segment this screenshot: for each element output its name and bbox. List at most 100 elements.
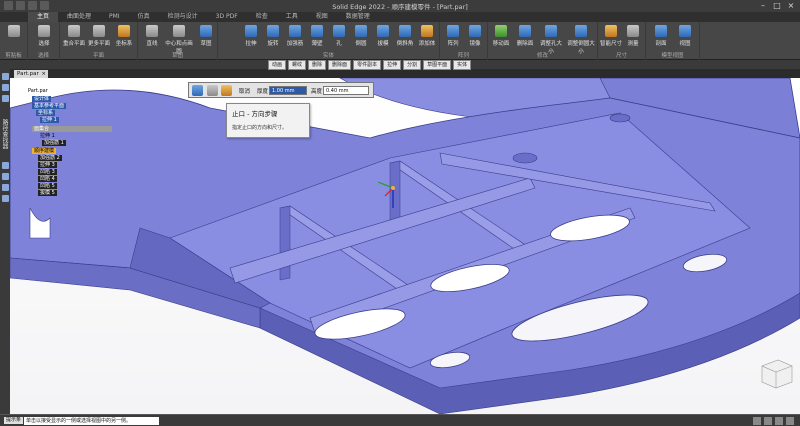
group-dimension: 智能尺寸 测量 尺寸 <box>598 22 646 60</box>
height-input[interactable]: 0.40 mm <box>323 86 369 95</box>
circle-icon <box>173 25 185 37</box>
document-tab[interactable]: Part.par × <box>14 70 48 78</box>
pathfinder-icon[interactable] <box>1 73 9 80</box>
tree-item[interactable]: 基本参考平面 <box>32 103 67 109</box>
mirror-button[interactable]: 镜像 <box>464 25 486 47</box>
coord-sys-button[interactable]: 坐标系 <box>113 25 135 47</box>
group-clipboard: 剪贴板 <box>0 22 28 60</box>
measure-button[interactable]: 测量 <box>622 25 644 47</box>
move-face-button[interactable]: 移动面 <box>490 25 512 47</box>
tree-item[interactable]: 设计体 <box>32 96 52 102</box>
tree-item[interactable]: 拉伸 1 <box>40 117 59 123</box>
sketch-button[interactable]: 草图 <box>195 25 217 47</box>
tree-item[interactable]: 拔模 5 <box>38 190 57 196</box>
measure-icon <box>627 25 639 37</box>
tree-item[interactable]: 顺序建模 <box>32 148 57 154</box>
pan-icon[interactable] <box>764 417 772 425</box>
tab-view[interactable]: 视图 <box>307 12 337 22</box>
doc-tool-4[interactable]: 删除面 <box>328 60 352 70</box>
revolve-button[interactable]: 旋转 <box>262 25 284 47</box>
draft-button[interactable]: 拔模 <box>372 25 394 47</box>
height-label: 高度 <box>311 89 323 95</box>
tab-home[interactable]: 主页 <box>28 12 59 22</box>
view-cube-icon[interactable] <box>761 359 793 389</box>
tab-tools[interactable]: 工具 <box>277 12 307 22</box>
close-tab-icon[interactable]: × <box>41 70 46 78</box>
doc-tool-2[interactable]: 螺纹 <box>288 60 307 70</box>
close-button[interactable]: × <box>784 0 798 11</box>
doc-tool-6[interactable]: 拉伸 <box>383 60 402 70</box>
dimension-icon <box>605 25 617 37</box>
tab-inspection[interactable]: 检测与设计 <box>159 12 207 22</box>
section-button[interactable]: 剖面 <box>650 25 672 47</box>
tab-3dpdf[interactable]: 3D PDF <box>207 12 247 22</box>
tree-item[interactable]: 坐标系 <box>36 110 56 116</box>
smart-dim-button[interactable]: 智能尺寸 <box>600 25 622 47</box>
round-button[interactable]: 倒圆 <box>350 25 372 47</box>
view-button[interactable]: 视图 <box>674 25 696 47</box>
tree-item[interactable]: 拉伸 1 <box>38 133 57 139</box>
tab-surfacing[interactable]: 曲面处理 <box>58 12 100 22</box>
tooltip-title: 止口 - 方向步骤 <box>232 110 278 118</box>
tree-item[interactable]: 凹陷 3 <box>38 169 57 175</box>
sensor-icon[interactable] <box>1 184 9 191</box>
line-icon <box>146 25 158 37</box>
feature-icon[interactable] <box>1 162 9 169</box>
rotate-icon[interactable] <box>775 417 783 425</box>
tree-item[interactable]: 面集合 <box>32 126 112 132</box>
doc-tool-8[interactable]: 草图平面 <box>423 60 452 70</box>
zoom-icon[interactable] <box>753 417 761 425</box>
tree-item[interactable]: 加强筋 2 <box>38 155 62 161</box>
tree-item[interactable]: 拉伸 3 <box>38 162 57 168</box>
step-icon[interactable] <box>192 85 203 96</box>
tab-inspect[interactable]: 检查 <box>247 12 277 22</box>
prompt-bar-label[interactable]: 提示条 <box>4 417 24 424</box>
doc-tool-5[interactable]: 零件副本 <box>353 60 382 70</box>
relation-icon[interactable] <box>1 173 9 180</box>
select-button[interactable]: 选择 <box>33 25 55 47</box>
thin-wall-button[interactable]: 薄壁 <box>306 25 328 47</box>
pattern-button[interactable]: 阵列 <box>442 25 464 47</box>
title-bar: Solid Edge 2022 - 顺序建模零件 - [Part.par] – … <box>0 0 800 12</box>
resize-hole-icon <box>545 25 557 37</box>
tab-simulation[interactable]: 仿真 <box>129 12 159 22</box>
tree-item[interactable]: 凹陷 4 <box>38 176 57 182</box>
tree-item[interactable]: 凹陷 5 <box>38 183 57 189</box>
delete-face-button[interactable]: 删除面 <box>514 25 536 47</box>
hole-button[interactable]: 孔 <box>328 25 350 47</box>
paste-button[interactable] <box>3 25 25 39</box>
family-icon[interactable] <box>1 195 9 202</box>
face-select-icon[interactable] <box>207 85 218 96</box>
tree-item[interactable]: 加强筋 1 <box>42 140 66 146</box>
resize-round-icon <box>575 25 587 37</box>
part-model[interactable] <box>10 78 800 414</box>
direction-icon[interactable] <box>221 85 232 96</box>
library-icon[interactable] <box>1 95 9 102</box>
rib-button[interactable]: 加强筋 <box>284 25 306 47</box>
extrude-button[interactable]: 拉伸 <box>240 25 262 47</box>
group-select: 选择 选择 <box>28 22 60 60</box>
view-icon <box>679 25 691 37</box>
left-panel-label[interactable]: 路径查找器 <box>1 119 9 149</box>
cancel-button[interactable]: 取消 <box>239 87 250 95</box>
doc-tool-1[interactable]: 动画 <box>268 60 287 70</box>
layers-icon[interactable] <box>1 84 9 91</box>
tab-data-management[interactable]: 数据管理 <box>337 12 379 22</box>
doc-tool-7[interactable]: 分割 <box>403 60 422 70</box>
prompt-message: 单击以接受显示的一侧或选择视图中的另一侧。 <box>24 417 159 425</box>
sketch-icon <box>200 25 212 37</box>
doc-tool-9[interactable]: 实体 <box>453 60 472 70</box>
tree-item[interactable]: Part.par <box>26 88 50 94</box>
coincident-plane-button[interactable]: 重合平面 <box>63 25 85 47</box>
tab-pmi[interactable]: PMI <box>100 12 129 22</box>
doc-tool-3[interactable]: 删除 <box>308 60 327 70</box>
line-button[interactable]: 直线 <box>141 25 163 47</box>
add-body-button[interactable]: 添加体 <box>416 25 438 47</box>
maximize-button[interactable]: □ <box>770 0 784 11</box>
chamfer-button[interactable]: 倒斜角 <box>394 25 416 47</box>
fit-icon[interactable] <box>786 417 794 425</box>
graphics-viewport[interactable] <box>10 78 800 414</box>
minimize-button[interactable]: – <box>756 0 770 11</box>
more-planes-button[interactable]: 更多平面 <box>88 25 110 47</box>
thickness-input[interactable]: 1.00 mm <box>269 86 307 95</box>
